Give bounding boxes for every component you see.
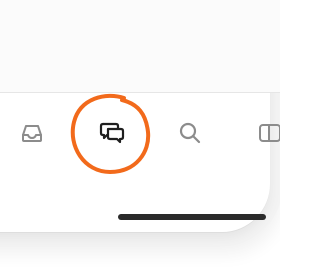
- inbox-icon: [19, 120, 45, 146]
- tab-sidebar[interactable]: [250, 113, 280, 153]
- content-area: [0, 0, 280, 92]
- messages-icon: [97, 118, 127, 148]
- tab-messages[interactable]: [92, 113, 132, 153]
- bottom-tab-bar: [0, 93, 280, 183]
- home-indicator: [118, 214, 266, 220]
- sidebar-icon: [257, 120, 280, 146]
- tab-inbox[interactable]: [12, 113, 52, 153]
- search-icon: [177, 120, 203, 146]
- tab-search[interactable]: [170, 113, 210, 153]
- phone-screen-crop: [0, 0, 280, 280]
